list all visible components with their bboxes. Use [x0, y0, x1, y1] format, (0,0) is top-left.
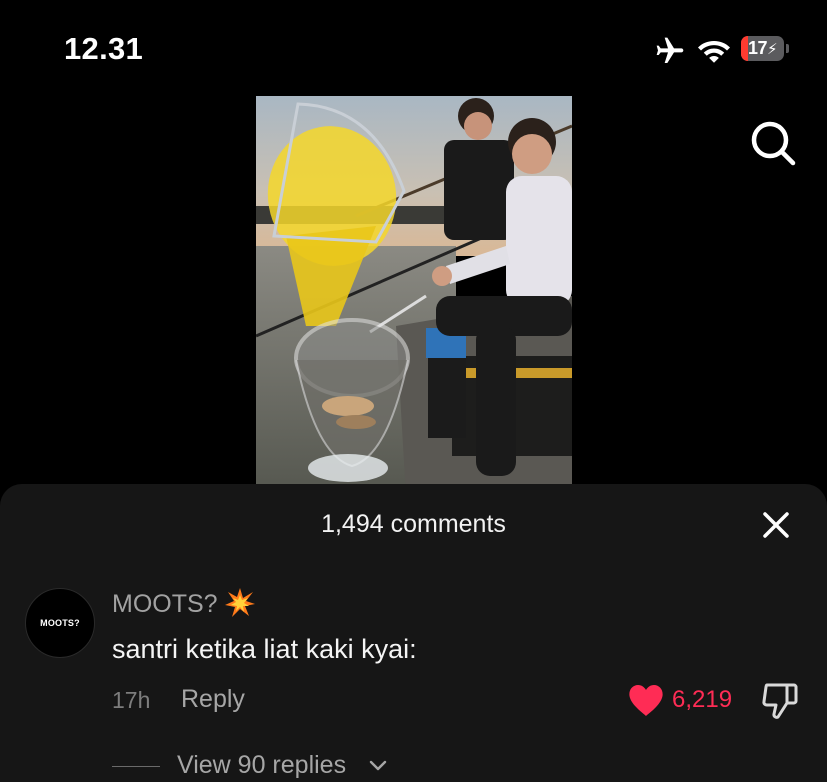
video-thumbnail[interactable]	[256, 96, 572, 496]
search-icon	[751, 121, 796, 166]
wifi-icon	[698, 41, 730, 63]
heart-icon	[629, 685, 663, 716]
battery-charging-icon: 17⚡	[741, 36, 791, 63]
comment-text: santri ketika liat kaki kyai:	[112, 634, 417, 664]
comment-item: MOOTS? MOOTS? santri ketika liat kaki ky…	[0, 584, 827, 782]
battery-percentage: 17⚡	[741, 36, 784, 61]
comments-count-title: 1,494 comments	[321, 510, 506, 538]
reply-button[interactable]: Reply	[181, 685, 245, 714]
comments-sheet: 1,494 comments MOOTS? MOOTS? santri keti…	[0, 484, 827, 782]
avatar[interactable]: MOOTS?	[25, 588, 95, 658]
battery-cap	[786, 44, 789, 53]
collision-emoji	[225, 588, 255, 617]
chevron-down-icon	[369, 760, 387, 771]
comment-author[interactable]: MOOTS?	[112, 590, 218, 619]
view-replies-label: View 90 replies	[177, 751, 347, 779]
replies-divider	[112, 766, 160, 767]
like-count: 6,219	[672, 686, 733, 713]
avatar-text: MOOTS?	[40, 618, 80, 628]
search-button[interactable]	[748, 118, 798, 168]
close-button[interactable]	[757, 506, 795, 544]
video-frame-illustration	[256, 96, 572, 496]
status-bar: 12.31 17⚡	[0, 0, 827, 100]
bolt-icon: ⚡	[766, 41, 778, 58]
dislike-button[interactable]	[761, 681, 799, 721]
comment-time: 17h	[112, 687, 151, 713]
thumbs-down-icon	[762, 683, 798, 719]
airplane-icon	[656, 37, 684, 63]
close-icon	[763, 512, 789, 538]
battery-body: 17⚡	[741, 36, 784, 61]
battery-level-text: 17	[747, 38, 768, 58]
status-time: 12.31	[64, 31, 144, 66]
